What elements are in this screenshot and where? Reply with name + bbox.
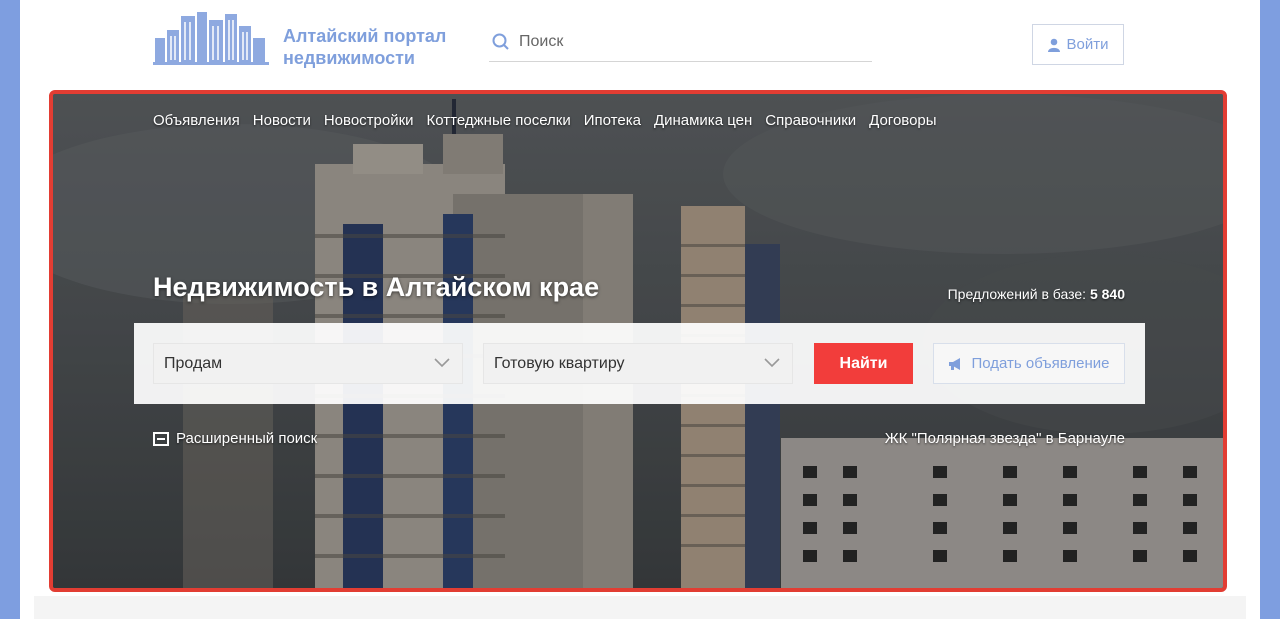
search-icon[interactable] xyxy=(491,32,511,52)
content-area xyxy=(34,596,1246,619)
search-panel: Продам Готовую квартиру Найти Подать объ… xyxy=(134,323,1145,404)
chevron-down-icon xyxy=(764,358,780,368)
logo-title: Алтайский портал xyxy=(283,26,447,46)
nav-item-contracts[interactable]: Договоры xyxy=(869,112,936,129)
site-logo[interactable]: Алтайский портал недвижимости xyxy=(153,8,463,68)
offers-count: 5 840 xyxy=(1089,286,1125,302)
hero-banner: Объявления Новости Новостройки Коттеджны… xyxy=(49,90,1227,592)
property-type-select[interactable]: Готовую квартиру xyxy=(483,343,793,384)
nav-item-new-buildings[interactable]: Новостройки xyxy=(324,112,414,129)
search-input[interactable] xyxy=(519,29,859,55)
nav-item-listings[interactable]: Объявления xyxy=(153,112,240,129)
offers-label: Предложений в базе: xyxy=(947,286,1087,302)
megaphone-icon xyxy=(949,357,961,370)
complex-caption-link[interactable]: ЖК "Полярная звезда" в Барнауле xyxy=(885,430,1125,447)
login-label: Войти xyxy=(1066,36,1109,53)
minus-square-icon xyxy=(153,431,169,446)
deal-type-select[interactable]: Продам xyxy=(153,343,463,384)
add-listing-label: Подать объявление xyxy=(971,355,1110,372)
add-listing-button[interactable]: Подать объявление xyxy=(933,343,1125,384)
chevron-down-icon xyxy=(434,358,450,368)
main-nav: Объявления Новости Новостройки Коттеджны… xyxy=(153,112,937,129)
nav-item-mortgage[interactable]: Ипотека xyxy=(584,112,641,129)
logo-buildings-icon xyxy=(153,12,269,65)
search-box xyxy=(489,24,872,62)
find-button[interactable]: Найти xyxy=(814,343,913,384)
nav-item-news[interactable]: Новости xyxy=(253,112,311,129)
logo-subtitle: недвижимости xyxy=(283,48,415,68)
nav-item-cottage-settlements[interactable]: Коттеджные поселки xyxy=(427,112,571,129)
deal-type-value: Продам xyxy=(164,355,223,372)
nav-item-price-dynamics[interactable]: Динамика цен xyxy=(654,112,752,129)
advanced-search-label: Расширенный поиск xyxy=(176,430,318,447)
advanced-search-link[interactable]: Расширенный поиск xyxy=(153,430,317,447)
property-type-value: Готовую квартиру xyxy=(494,355,625,372)
user-icon xyxy=(1047,38,1060,52)
nav-item-directories[interactable]: Справочники xyxy=(765,112,856,129)
offers-counter: Предложений в базе: 5 840 xyxy=(948,286,1125,302)
login-button[interactable]: Войти xyxy=(1032,24,1124,65)
hero-title: Недвижимость в Алтайском крае xyxy=(153,272,600,302)
